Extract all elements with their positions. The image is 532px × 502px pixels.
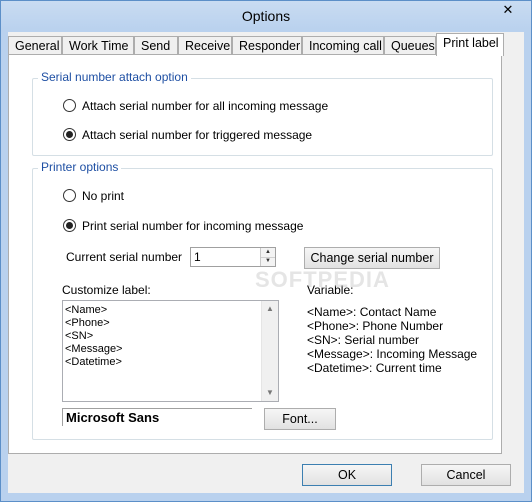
printer-options-group-legend: Printer options xyxy=(38,160,122,174)
radio-print-serial-indicator[interactable] xyxy=(63,219,76,233)
variable-phone: <Phone>: Phone Number xyxy=(307,319,444,333)
label-line-message: <Message> xyxy=(65,343,123,355)
font-preview: Microsoft Sans xyxy=(62,408,252,426)
tab-receive[interactable]: Receive xyxy=(178,36,232,54)
scroll-up-arrow-icon[interactable]: ▲ xyxy=(262,301,278,317)
radio-attach-all-indicator[interactable] xyxy=(63,99,76,113)
tab-work-time[interactable]: Work Time xyxy=(62,36,134,54)
tab-queues[interactable]: Queues xyxy=(384,36,436,54)
softpedia-watermark: SOFTPEDIA xyxy=(255,267,390,292)
tab-send[interactable]: Send xyxy=(134,36,178,54)
window-title: Options xyxy=(241,8,291,24)
radio-no-print-indicator[interactable] xyxy=(63,189,76,203)
current-serial-label: Current serial number xyxy=(66,250,183,264)
close-button[interactable]: ✕ xyxy=(492,1,524,20)
radio-attach-triggered-indicator[interactable] xyxy=(63,128,76,142)
radio-no-print-label: No print xyxy=(82,189,125,203)
radio-attach-all-label: Attach serial number for all incoming me… xyxy=(82,99,329,113)
variable-name: <Name>: Contact Name xyxy=(307,305,437,319)
font-button[interactable]: Font... xyxy=(264,408,336,430)
printer-options-group: Printer options No print Print serial nu… xyxy=(32,160,493,440)
current-serial-value[interactable]: 1 xyxy=(194,250,201,264)
label-line-name: <Name> xyxy=(65,304,108,316)
scroll-down-arrow-icon[interactable]: ▼ xyxy=(262,385,278,401)
title-bar[interactable]: Options ✕ xyxy=(1,1,531,32)
print-label-panel: Serial number attach option Attach seria… xyxy=(8,54,502,454)
serial-number-group-legend: Serial number attach option xyxy=(38,70,191,84)
tab-incoming-call[interactable]: Incoming call xyxy=(302,36,384,54)
close-icon: ✕ xyxy=(502,2,514,17)
tab-general[interactable]: General xyxy=(8,36,62,54)
ok-button[interactable]: OK xyxy=(302,464,392,486)
cancel-button[interactable]: Cancel xyxy=(421,464,511,486)
variable-message: <Message>: Incoming Message xyxy=(307,347,478,361)
spin-down-arrow-icon[interactable]: ▼ xyxy=(261,257,275,266)
variable-datetime: <Datetime>: Current time xyxy=(307,361,442,375)
label-line-datetime: <Datetime> xyxy=(65,356,122,368)
spin-buttons: ▲ ▼ xyxy=(260,248,275,266)
tab-strip: General Work Time Send Receive Responder… xyxy=(8,33,524,56)
tab-responder[interactable]: Responder xyxy=(232,36,302,54)
radio-no-print[interactable]: No print xyxy=(63,188,124,204)
current-serial-spinbox[interactable]: 1 ▲ ▼ xyxy=(190,247,276,267)
radio-attach-triggered-label: Attach serial number for triggered messa… xyxy=(82,128,313,142)
customize-label-caption: Customize label: xyxy=(62,283,151,297)
dialog-body: General Work Time Send Receive Responder… xyxy=(8,32,524,493)
variable-sn: <SN>: Serial number xyxy=(307,333,420,347)
options-window: Options ✕ General Work Time Send Receive… xyxy=(0,0,532,502)
radio-attach-all[interactable]: Attach serial number for all incoming me… xyxy=(63,98,328,114)
serial-number-group: Serial number attach option Attach seria… xyxy=(32,70,493,156)
label-line-phone: <Phone> xyxy=(65,317,110,329)
customize-label-textarea[interactable]: <Name> <Phone> <SN> <Message> <Datetime>… xyxy=(62,300,279,402)
radio-print-serial-label: Print serial number for incoming message xyxy=(82,219,304,233)
label-line-sn: <SN> xyxy=(65,330,94,342)
tab-print-label[interactable]: Print label xyxy=(436,33,504,56)
radio-print-serial[interactable]: Print serial number for incoming message xyxy=(63,218,303,234)
label-textarea-scrollbar[interactable]: ▲ ▼ xyxy=(261,301,278,401)
radio-attach-triggered[interactable]: Attach serial number for triggered messa… xyxy=(63,127,312,143)
change-serial-number-button[interactable]: Change serial number xyxy=(304,247,440,269)
